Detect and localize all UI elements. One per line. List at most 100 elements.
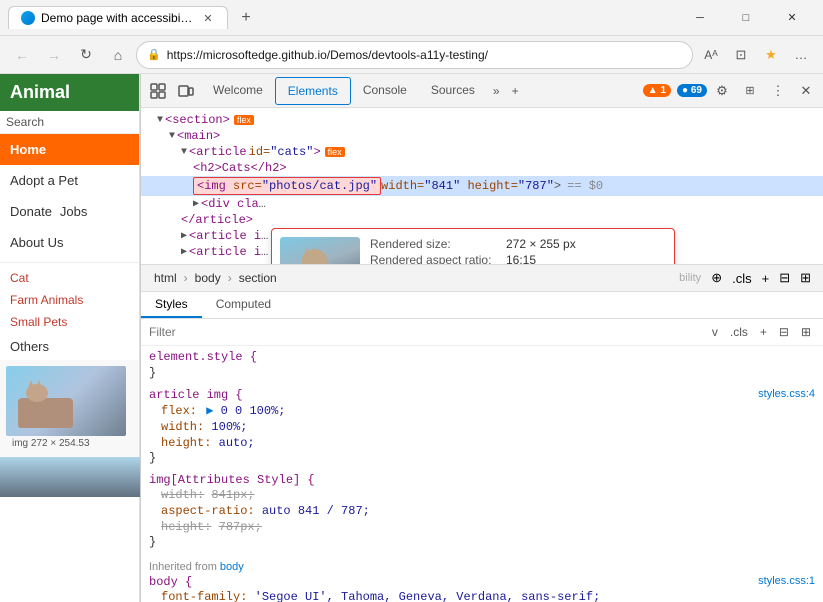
filter-icon-plus[interactable]: + xyxy=(756,323,771,341)
nav-about-label: About Us xyxy=(10,235,63,250)
collapse-triangle[interactable]: ▶ xyxy=(181,230,187,242)
refresh-button[interactable]: ↻ xyxy=(72,41,100,69)
tab-add-button[interactable]: + xyxy=(506,80,525,102)
tab-close-button[interactable]: ✕ xyxy=(201,11,215,25)
css-rule-element-style: element.style { } xyxy=(149,350,815,380)
rendered-aspect-label: Rendered aspect ratio: xyxy=(370,253,500,264)
filter-icons: v .cls + ⊟ ⊞ xyxy=(708,323,815,341)
home-button[interactable]: ⌂ xyxy=(104,41,132,69)
devtools-panel: Welcome Elements Console Sources » + ▲ 1… xyxy=(140,74,823,602)
css-source-styles1[interactable]: styles.css:1 xyxy=(758,575,815,587)
dock-button[interactable]: ⊞ xyxy=(737,78,763,104)
tab-sources[interactable]: Sources xyxy=(419,77,487,105)
filter-icon-box[interactable]: ⊟ xyxy=(775,323,793,341)
tab-console[interactable]: Console xyxy=(351,77,419,105)
close-devtools-button[interactable]: ✕ xyxy=(793,78,819,104)
accessibility-indicator: bility xyxy=(679,272,701,284)
dom-line-article-close[interactable]: </article> xyxy=(141,212,823,228)
flex-expand-icon[interactable]: ▶ xyxy=(206,404,213,418)
nav-item-donate[interactable]: Donate Jobs xyxy=(0,196,139,227)
nav-item-adopt[interactable]: Adopt a Pet xyxy=(0,165,139,196)
more-button[interactable]: … xyxy=(787,41,815,69)
site-link-cat[interactable]: Cat xyxy=(0,267,139,289)
tab-welcome[interactable]: Welcome xyxy=(201,77,275,105)
devtools-toolbar: Welcome Elements Console Sources » + ▲ 1… xyxy=(141,74,823,108)
dom-line-main[interactable]: ▼ <main> xyxy=(141,128,823,144)
rendered-aspect-val: 16:15 xyxy=(506,253,536,264)
nav-home-label: Home xyxy=(10,142,46,157)
maximize-button[interactable]: □ xyxy=(723,2,769,34)
collapse-triangle[interactable]: ▶ xyxy=(193,198,199,210)
site-search: Search xyxy=(0,111,139,134)
close-button[interactable]: ✕ xyxy=(769,2,815,34)
logo-text: Animal xyxy=(10,82,70,102)
tab-computed[interactable]: Computed xyxy=(202,292,285,318)
collapse-triangle[interactable]: ▼ xyxy=(169,131,175,142)
tab-favicon xyxy=(21,11,35,25)
dom-line-div[interactable]: ▶ <div cla… xyxy=(141,196,823,212)
breadcrumb-html[interactable]: html xyxy=(149,269,182,287)
filter-bar: v .cls + ⊟ ⊞ xyxy=(141,319,823,346)
devtools-tabs: Welcome Elements Console Sources » + xyxy=(201,77,641,105)
search-label: Search xyxy=(6,115,44,129)
tab-more-button[interactable]: » xyxy=(487,80,506,102)
cls-button[interactable]: .cls xyxy=(728,269,756,288)
others-text: Others xyxy=(10,339,49,354)
css-close: } xyxy=(149,451,815,465)
cat-image-label: img 272 × 254.53 xyxy=(6,436,133,451)
properties-button[interactable]: ⊟ xyxy=(775,268,794,288)
device-mode-button[interactable] xyxy=(173,78,199,104)
filter-icon-dot-cls[interactable]: .cls xyxy=(726,323,752,341)
dom-line-article[interactable]: ▼ <article id="cats" > flex xyxy=(141,144,823,160)
filter-input[interactable] xyxy=(149,325,704,339)
site-link-farm[interactable]: Farm Animals xyxy=(0,289,139,311)
dom-line-section[interactable]: ▼ <section> flex xyxy=(141,112,823,128)
collapse-triangle[interactable]: ▶ xyxy=(181,246,187,258)
nav-item-about[interactable]: About Us xyxy=(0,227,139,258)
tab-styles[interactable]: Styles xyxy=(141,292,202,318)
css-rules: element.style { } article img { styles.c… xyxy=(141,346,823,602)
site-link-small[interactable]: Small Pets xyxy=(0,311,139,333)
address-bar[interactable]: 🔒 https://microsoftedge.github.io/Demos/… xyxy=(136,41,693,69)
filter-icon-grid[interactable]: ⊞ xyxy=(797,323,815,341)
reader-mode-button[interactable]: Aᴬ xyxy=(697,41,725,69)
issues-badge[interactable]: ▲ 1 xyxy=(643,84,671,97)
tooltip-rendered-aspect: Rendered aspect ratio: 16:15 xyxy=(370,253,666,264)
collapse-triangle[interactable]: ▼ xyxy=(181,147,187,158)
styles-computed-tabs: Styles Computed xyxy=(141,292,823,319)
settings-button[interactable]: ⚙ xyxy=(709,78,735,104)
tab-title: Demo page with accessibility iss xyxy=(41,11,195,25)
css-source-styles4[interactable]: styles.css:4 xyxy=(758,388,815,400)
inherited-from-link[interactable]: body xyxy=(220,561,244,573)
more-tools-button[interactable]: ⋮ xyxy=(765,78,791,104)
filter-icon-v[interactable]: v xyxy=(708,323,722,341)
site-logo: Animal xyxy=(0,74,139,111)
main-area: Animal Search Home Adopt a Pet Donate Jo… xyxy=(0,74,823,602)
collections-button[interactable]: ⊡ xyxy=(727,41,755,69)
back-button[interactable]: ← xyxy=(8,41,36,69)
nav-adopt-label: Adopt a Pet xyxy=(10,173,78,188)
new-tab-button[interactable]: + xyxy=(232,4,260,32)
favorites-button[interactable]: ★ xyxy=(757,41,785,69)
breadcrumb-body[interactable]: body xyxy=(190,269,226,287)
nav-donate-label: Donate xyxy=(10,204,52,219)
active-tab[interactable]: Demo page with accessibility iss ✕ xyxy=(8,6,228,29)
tab-elements[interactable]: Elements xyxy=(275,77,351,105)
pointer-mode-button[interactable]: ⊕ xyxy=(707,268,726,288)
collapse-triangle[interactable]: ▼ xyxy=(157,115,163,126)
plus-button[interactable]: + xyxy=(758,269,774,288)
dom-line-img[interactable]: <img src="photos/cat.jpg" width="841" he… xyxy=(141,176,823,196)
dom-line-h2[interactable]: <h2>Cats</h2> xyxy=(141,160,823,176)
elements-badge[interactable]: ● 69 xyxy=(677,84,707,97)
browser-titlebar: Demo page with accessibility iss ✕ + ─ □… xyxy=(0,0,823,36)
computed-layers-button[interactable]: ⊞ xyxy=(796,268,815,288)
breadcrumb-section[interactable]: section xyxy=(234,269,282,287)
minimize-button[interactable]: ─ xyxy=(677,2,723,34)
tooltip-cat-photo xyxy=(280,237,360,264)
forward-button[interactable]: → xyxy=(40,41,68,69)
nav-jobs-label: Jobs xyxy=(60,204,87,219)
nav-item-home[interactable]: Home xyxy=(0,134,139,165)
inspect-element-button[interactable] xyxy=(145,78,171,104)
tab-strip: Demo page with accessibility iss ✕ + xyxy=(8,4,673,32)
others-label: Others xyxy=(0,333,139,360)
